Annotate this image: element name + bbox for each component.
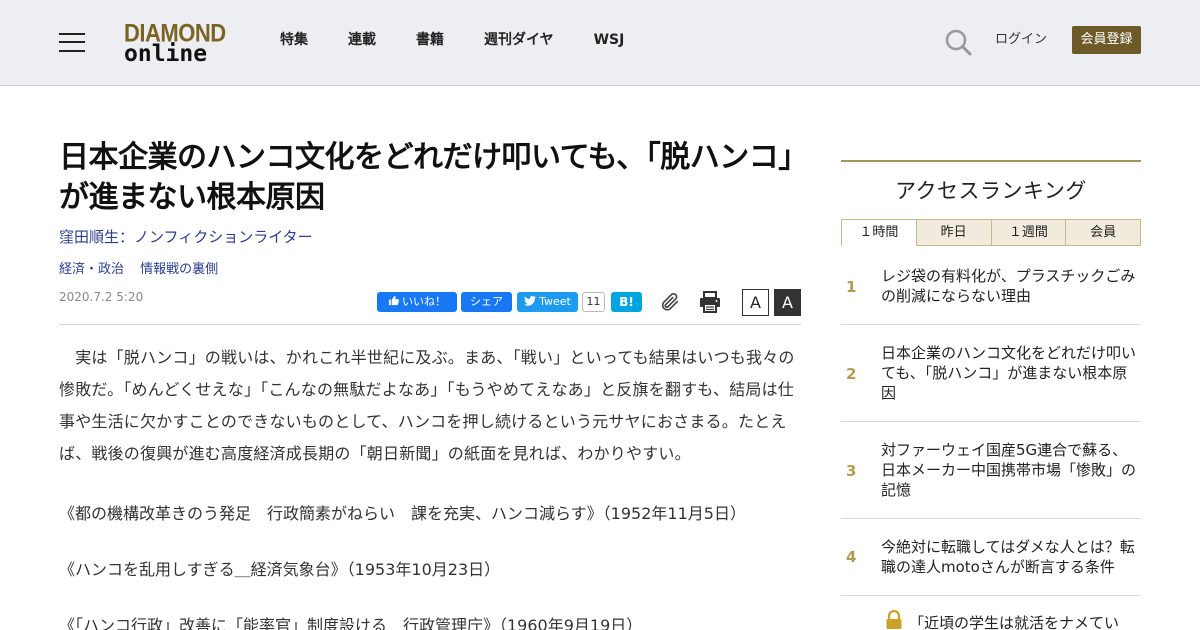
tweet-count: 11 bbox=[582, 292, 605, 312]
like-label: いいね！ bbox=[402, 295, 446, 308]
ranking-item[interactable]: 2 日本企業のハンコ文化をどれだけ叩いても、「脱ハンコ」が進まない根本原因 bbox=[841, 325, 1141, 422]
facebook-like-button[interactable]: いいね！ bbox=[377, 292, 457, 312]
quote-paragraph: 《「ハンコ行政」改善に「能率官」制度設ける＿行政管理庁》（1960年9月19日） bbox=[59, 616, 643, 630]
login-link[interactable]: ログイン bbox=[995, 31, 1047, 49]
search-icon-graphic bbox=[945, 29, 972, 56]
ranking-item[interactable]: 4 今絶対に転職してはダメな人とは？転職の達人motoさんが断言する条件 bbox=[841, 519, 1141, 596]
article-body: 実は「脱ハンコ」の戦いは、かれこれ半世紀に及ぶ。まあ、「戦い」といっても結果はい… bbox=[59, 342, 801, 630]
lead-paragraph: 実は「脱ハンコ」の戦いは、かれこれ半世紀に及ぶ。まあ、「戦い」といっても結果はい… bbox=[59, 348, 795, 463]
ranking-tabs: １時間 昨日 １週間 会員 bbox=[841, 219, 1141, 246]
lock-icon-graphic bbox=[886, 609, 902, 629]
nav-wsj[interactable]: WSJ bbox=[594, 30, 625, 50]
tweet-label: Tweet bbox=[539, 295, 571, 308]
rank-number: 5 bbox=[846, 614, 856, 630]
menu-bar bbox=[59, 41, 85, 43]
ranking-item[interactable]: 1 レジ袋の有料化が、プラスチックごみの削減にならない理由 bbox=[841, 246, 1141, 325]
ranking-top-rule bbox=[841, 160, 1141, 162]
thumbs-up-icon bbox=[388, 295, 399, 306]
lock-icon bbox=[885, 609, 903, 630]
font-size-large-button[interactable]: A bbox=[774, 289, 801, 316]
menu-bar bbox=[59, 50, 85, 52]
facebook-share-button[interactable]: シェア bbox=[461, 292, 512, 312]
rank-number: 2 bbox=[846, 365, 857, 383]
nav-weekly-diamond[interactable]: 週刊ダイヤ bbox=[484, 30, 554, 50]
nav-tokushu[interactable]: 特集 bbox=[280, 30, 308, 50]
ranking-title: アクセスランキング bbox=[895, 179, 1087, 203]
ranking-item-title: レジ袋の有料化が、プラスチックごみの削減にならない理由 bbox=[881, 267, 1136, 305]
tab-1-week[interactable]: １週間 bbox=[991, 219, 1067, 246]
paperclip-icon-graphic bbox=[661, 292, 679, 311]
divider bbox=[59, 324, 801, 325]
paperclip-icon[interactable] bbox=[659, 291, 681, 313]
hamburger-menu-icon[interactable] bbox=[59, 31, 85, 53]
tab-members[interactable]: 会員 bbox=[1066, 219, 1141, 246]
quote-paragraph: 《都の機構改革きのう発足 行政簡素がねらい 課を充実、ハンコ減らす》（1952年… bbox=[59, 504, 746, 523]
printer-icon-graphic bbox=[700, 291, 720, 313]
hatena-bookmark-button[interactable]: B! bbox=[611, 292, 642, 312]
ranking-item[interactable]: 5 「近頃の学生は就活をナメてい bbox=[841, 596, 1141, 630]
site-logo[interactable]: DIAMOND online bbox=[124, 19, 228, 67]
site-header: DIAMOND online 特集 連載 書籍 週刊ダイヤ WSJ ログイン 会… bbox=[0, 0, 1200, 86]
rank-number: 1 bbox=[846, 278, 857, 296]
nav-rensai[interactable]: 連載 bbox=[348, 30, 376, 50]
register-button[interactable]: 会員登録 bbox=[1072, 26, 1141, 54]
category-link[interactable]: 情報戦の裏側 bbox=[140, 262, 218, 277]
article-title: 日本企業のハンコ文化をどれだけ叩いても、「脱ハンコ」が進まない根本原因 bbox=[59, 140, 793, 215]
tab-yesterday[interactable]: 昨日 bbox=[916, 219, 992, 246]
ranking-item-title: 対ファーウェイ国産5G連合で蘇る、日本メーカー中国携帯市場「惨敗」の記憶 bbox=[881, 441, 1137, 499]
ranking-item-title: 今絶対に転職してはダメな人とは？転職の達人motoさんが断言する条件 bbox=[881, 538, 1135, 576]
category-link[interactable]: 経済・政治 bbox=[59, 262, 124, 277]
quote-paragraph: 《ハンコを乱用しすぎる＿経済気象台》（1953年10月23日） bbox=[59, 560, 501, 579]
global-nav: 特集 連載 書籍 週刊ダイヤ WSJ bbox=[280, 30, 664, 50]
nav-shoseki[interactable]: 書籍 bbox=[416, 30, 444, 50]
tweet-button[interactable]: Tweet bbox=[517, 292, 578, 312]
menu-bar bbox=[59, 33, 85, 35]
ranking-item[interactable]: 3 対ファーウェイ国産5G連合で蘇る、日本メーカー中国携帯市場「惨敗」の記憶 bbox=[841, 422, 1141, 519]
category-links: 経済・政治 情報戦の裏側 bbox=[59, 261, 230, 279]
search-icon[interactable] bbox=[944, 28, 972, 56]
ranking-item-title: 「近頃の学生は就活をナメてい bbox=[909, 614, 1120, 630]
ranking-item-title: 日本企業のハンコ文化をどれだけ叩いても、「脱ハンコ」が進まない根本原因 bbox=[881, 344, 1137, 402]
printer-icon[interactable] bbox=[698, 290, 722, 314]
rank-number: 4 bbox=[846, 548, 857, 566]
author-link[interactable]: 窪田順生：ノンフィクションライター bbox=[59, 226, 313, 248]
rank-number: 3 bbox=[846, 462, 857, 480]
publish-date: 2020.7.2 5:20 bbox=[59, 290, 144, 304]
font-size-small-button[interactable]: A bbox=[742, 289, 769, 316]
access-ranking: アクセスランキング １時間 昨日 １週間 会員 1 レジ袋の有料化が、プラスチッ… bbox=[841, 160, 1141, 630]
logo-line-2: online bbox=[124, 41, 208, 67]
twitter-bird-icon bbox=[524, 295, 537, 306]
tab-1-hour[interactable]: １時間 bbox=[841, 219, 917, 246]
